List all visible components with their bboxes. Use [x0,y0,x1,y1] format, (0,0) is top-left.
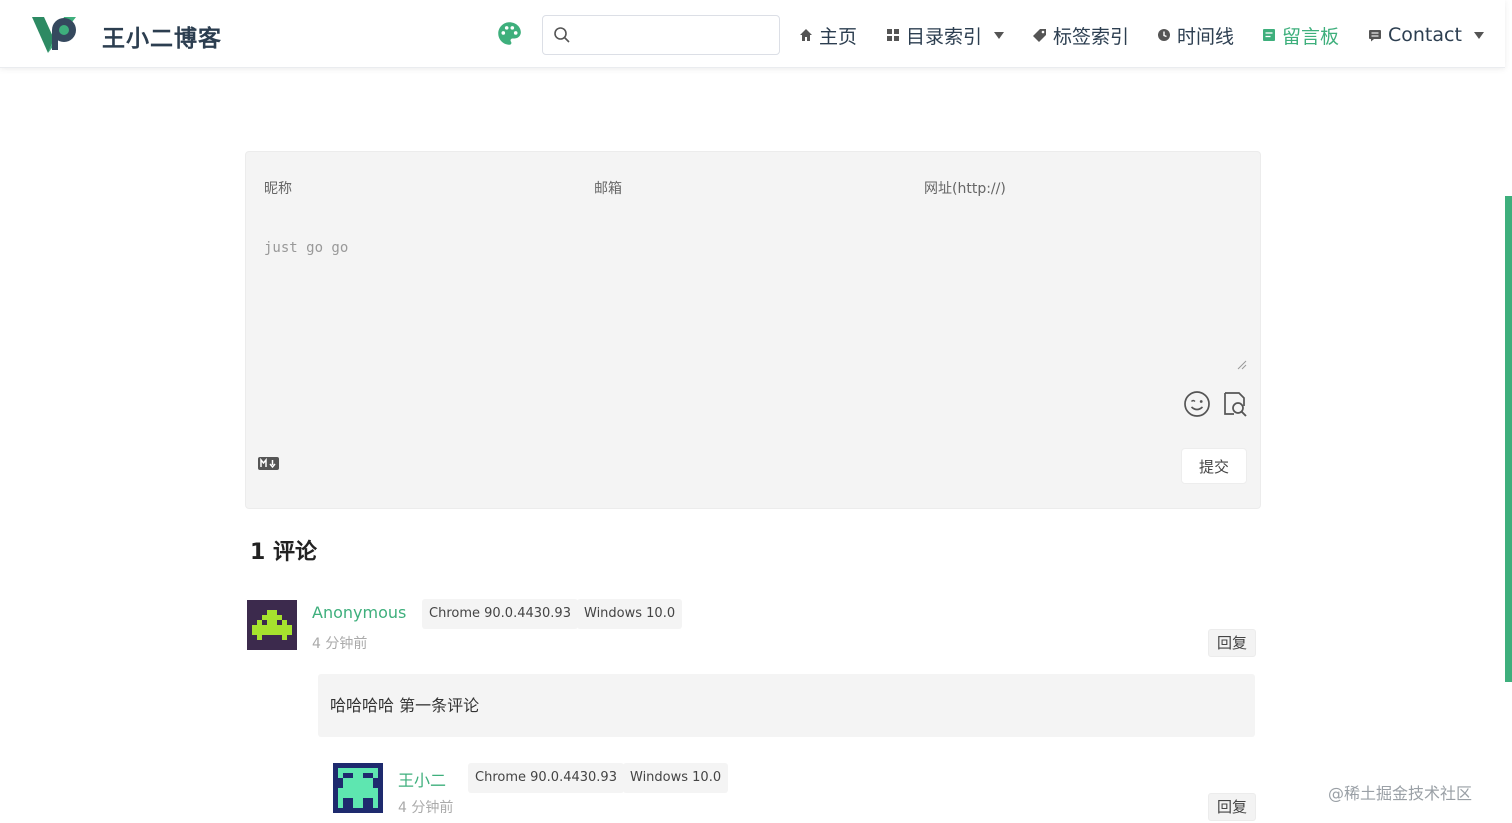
comment-time: 4 分钟前 [398,800,454,816]
reply-button[interactable]: 回复 [1208,629,1257,657]
search-input[interactable] [579,22,774,48]
tag-icon [1033,29,1046,42]
preview-icon[interactable] [1221,390,1249,418]
nav-tags-label: 标签索引 [1053,25,1130,48]
nav-guestbook[interactable]: 留言板 [1262,20,1339,50]
nav-guestbook-label: 留言板 [1282,25,1340,48]
nav-timeline[interactable]: 时间线 [1157,20,1234,50]
nav-tags[interactable]: 标签索引 [1033,20,1129,50]
nav-contact-label: Contact [1388,24,1462,46]
avatar [247,600,297,650]
home-icon [800,29,812,41]
navbar: 王小二博客 主页 目录索引 标签索引 时间线 留言板 Contact [0,0,1505,68]
avatar [333,763,383,813]
os-badge: Windows 10.0 [577,599,683,629]
comment-editor[interactable] [264,240,1250,372]
search-box[interactable] [542,15,780,55]
clock-icon [1158,29,1170,41]
nav-home-label: 主页 [819,25,858,48]
markdown-icon[interactable] [258,457,279,470]
note-icon [1263,29,1275,41]
nickname-input[interactable] [264,176,564,202]
scrollbar-thumb[interactable] [1505,196,1512,682]
reply-button[interactable]: 回复 [1208,793,1257,821]
browser-badge: Chrome 90.0.4430.93 [422,599,578,629]
chevron-down-icon [1473,31,1484,39]
resize-handle-icon[interactable] [1237,360,1247,370]
logo-icon[interactable] [30,13,82,57]
grid-icon [887,29,899,41]
comment-form: 提交 [245,151,1261,509]
nav-home[interactable]: 主页 [799,20,857,50]
browser-badge: Chrome 90.0.4430.93 [468,763,624,793]
message-icon [1369,30,1381,42]
email-input[interactable] [594,176,894,202]
comment-time: 4 分钟前 [312,636,368,652]
emoji-icon[interactable] [1183,390,1211,418]
site-name[interactable]: 王小二博客 [102,19,222,53]
comment-author[interactable]: 王小二 [398,767,446,791]
comment-count: 1 评论 [250,540,317,565]
palette-icon[interactable] [496,20,523,47]
nav-contact[interactable]: Contact [1368,20,1484,50]
nav-catalog-label: 目录索引 [906,25,983,48]
watermark: @稀土掘金技术社区 [1328,784,1473,803]
search-icon [554,27,570,43]
comment-author[interactable]: Anonymous [312,603,406,622]
os-badge: Windows 10.0 [623,763,729,793]
chevron-down-icon [994,31,1005,39]
nav-timeline-label: 时间线 [1177,25,1235,48]
url-input[interactable] [924,176,1244,202]
submit-button[interactable]: 提交 [1181,448,1247,484]
comment-body: 哈哈哈哈 第一条评论 [318,674,1255,737]
nav-catalog[interactable]: 目录索引 [886,20,1005,50]
